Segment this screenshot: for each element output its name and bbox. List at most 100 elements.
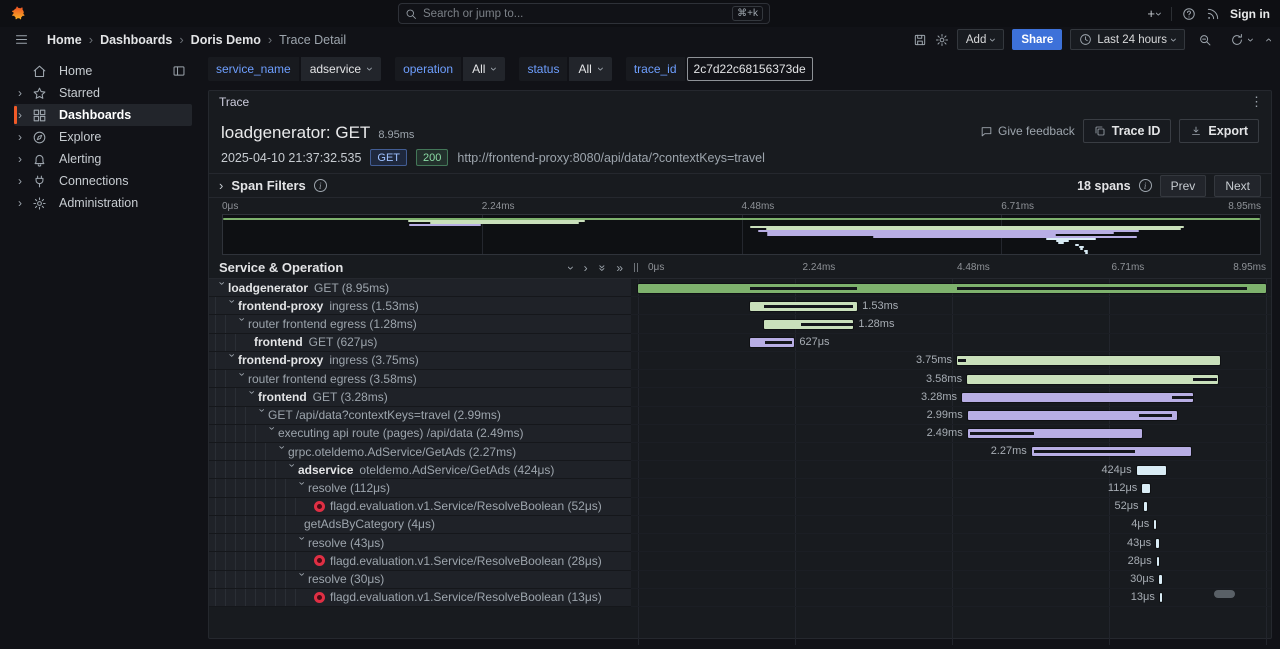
export-button[interactable]: Export xyxy=(1179,119,1259,143)
span-timeline-cell[interactable] xyxy=(631,279,1271,297)
column-resize-handle[interactable] xyxy=(631,263,641,272)
share-button[interactable]: Share xyxy=(1012,29,1062,50)
grafana-logo-icon[interactable] xyxy=(9,5,26,22)
sidebar-item-connections[interactable]: ›Connections xyxy=(14,170,192,192)
trace-id-input[interactable] xyxy=(687,57,813,81)
span-name-cell[interactable]: flagd.evaluation.v1.Service/ResolveBoole… xyxy=(209,589,631,607)
span-collapse-icon[interactable]: › xyxy=(226,299,238,312)
panel-menu-icon[interactable]: ⋮ xyxy=(1250,94,1263,110)
span-timeline-cell[interactable]: 2.99ms xyxy=(631,407,1271,425)
span-name-cell[interactable]: flagd.evaluation.v1.Service/ResolveBoole… xyxy=(209,552,631,570)
time-range-picker[interactable]: Last 24 hours› xyxy=(1070,29,1185,50)
expand-one-icon[interactable]: › xyxy=(584,262,588,274)
span-duration-bar[interactable] xyxy=(1156,539,1159,548)
span-duration-bar[interactable] xyxy=(1160,593,1162,602)
span-name-cell[interactable]: ›resolve (112μs) xyxy=(209,479,631,497)
chevron-right-icon[interactable]: › xyxy=(18,152,32,166)
breadcrumb-item-doris-demo[interactable]: Doris Demo xyxy=(191,33,261,47)
span-name-cell[interactable]: ›GET /api/data?contextKeys=travel (2.99m… xyxy=(209,407,631,425)
add-button[interactable]: Add› xyxy=(957,29,1004,50)
span-duration-bar[interactable] xyxy=(1142,484,1150,493)
span-timeline-cell[interactable]: 627μs xyxy=(631,334,1271,352)
span-collapse-icon[interactable]: › xyxy=(296,536,308,549)
collapse-all-icon[interactable]: » xyxy=(596,264,608,271)
span-duration-bar[interactable] xyxy=(1154,520,1156,529)
span-collapse-icon[interactable]: › xyxy=(256,409,268,422)
span-filters-expand-icon[interactable]: › xyxy=(219,178,223,193)
span-name-cell[interactable]: ›executing api route (pages) /api/data (… xyxy=(209,425,631,443)
expand-all-icon[interactable]: » xyxy=(616,262,623,274)
scrollbar-thumb-horizontal[interactable] xyxy=(1214,590,1235,598)
refresh-button[interactable]: › xyxy=(1225,29,1258,50)
trace-id-button[interactable]: Trace ID xyxy=(1083,119,1172,143)
span-name-cell[interactable]: ›frontend-proxyingress (3.75ms) xyxy=(209,352,631,370)
next-span-button[interactable]: Next xyxy=(1214,175,1261,197)
sidebar-item-home[interactable]: Home xyxy=(14,60,192,82)
give-feedback-link[interactable]: Give feedback xyxy=(980,124,1075,138)
menu-toggle-icon[interactable] xyxy=(14,32,29,47)
dashboard-settings-icon[interactable] xyxy=(935,33,949,47)
breadcrumb-item-home[interactable]: Home xyxy=(47,33,82,47)
span-timeline-cell[interactable]: 13μs xyxy=(631,589,1271,607)
span-timeline-cell[interactable]: 3.75ms xyxy=(631,352,1271,370)
collapse-toolbar-icon[interactable]: › xyxy=(1262,38,1274,42)
span-collapse-icon[interactable]: › xyxy=(266,427,278,440)
span-name-cell[interactable]: ›grpc.oteldemo.AdService/GetAds (2.27ms) xyxy=(209,443,631,461)
span-name-cell[interactable]: frontendGET (627μs) xyxy=(209,334,631,352)
help-icon[interactable] xyxy=(1182,7,1196,21)
chevron-right-icon[interactable]: › xyxy=(18,196,32,210)
chevron-right-icon[interactable]: › xyxy=(18,108,32,122)
span-collapse-icon[interactable]: › xyxy=(216,281,228,294)
trace-minimap[interactable]: 0μs2.24ms4.48ms6.71ms8.95ms xyxy=(222,200,1261,255)
search-input[interactable]: Search or jump to... ⌘+k xyxy=(398,3,770,24)
span-timeline-cell[interactable]: 424μs xyxy=(631,461,1271,479)
span-collapse-icon[interactable]: › xyxy=(296,482,308,495)
filter-value-operation[interactable]: All› xyxy=(463,57,505,81)
collapse-one-icon[interactable]: › xyxy=(565,266,577,270)
span-collapse-icon[interactable]: › xyxy=(226,354,238,367)
sidebar-item-starred[interactable]: ›Starred xyxy=(14,82,192,104)
sidebar-item-dashboards[interactable]: ›Dashboards xyxy=(14,104,192,126)
span-duration-bar[interactable] xyxy=(957,356,1220,365)
breadcrumb-item-dashboards[interactable]: Dashboards xyxy=(100,33,172,47)
minimap-canvas[interactable] xyxy=(222,214,1261,255)
filter-value-service_name[interactable]: adservice› xyxy=(301,57,381,81)
sidebar-item-explore[interactable]: ›Explore xyxy=(14,126,192,148)
span-duration-bar[interactable] xyxy=(967,375,1218,384)
chevron-right-icon[interactable]: › xyxy=(18,130,32,144)
span-name-cell[interactable]: ›resolve (30μs) xyxy=(209,571,631,589)
span-timeline-cell[interactable]: 2.49ms xyxy=(631,425,1271,443)
span-filters-info-icon[interactable]: i xyxy=(314,179,327,192)
span-duration-bar[interactable] xyxy=(1144,502,1148,511)
chevron-right-icon[interactable]: › xyxy=(18,86,32,100)
span-collapse-icon[interactable]: › xyxy=(276,445,288,458)
span-duration-bar[interactable] xyxy=(962,393,1192,402)
save-dashboard-icon[interactable] xyxy=(913,33,927,47)
chevron-right-icon[interactable]: › xyxy=(18,174,32,188)
span-collapse-icon[interactable]: › xyxy=(236,318,248,331)
span-timeline-cell[interactable]: 43μs xyxy=(631,534,1271,552)
span-collapse-icon[interactable]: › xyxy=(286,463,298,476)
span-collapse-icon[interactable]: › xyxy=(296,573,308,586)
span-timeline-cell[interactable]: 112μs xyxy=(631,479,1271,497)
prev-span-button[interactable]: Prev xyxy=(1160,175,1207,197)
filter-value-status[interactable]: All› xyxy=(569,57,611,81)
zoom-out-time-button[interactable] xyxy=(1193,29,1217,50)
new-menu-button[interactable]: +› xyxy=(1147,6,1161,21)
span-name-cell[interactable]: ›router frontend egress (3.58ms) xyxy=(209,370,631,388)
span-name-cell[interactable]: ›resolve (43μs) xyxy=(209,534,631,552)
span-timeline-cell[interactable]: 4μs xyxy=(631,516,1271,534)
span-timeline-cell[interactable]: 3.28ms xyxy=(631,388,1271,406)
span-name-cell[interactable]: ›loadgeneratorGET (8.95ms) xyxy=(209,279,631,297)
span-timeline-cell[interactable]: 1.53ms xyxy=(631,297,1271,315)
span-timeline-cell[interactable]: 30μs xyxy=(631,571,1271,589)
span-duration-bar[interactable] xyxy=(1159,575,1162,584)
sidebar-item-alerting[interactable]: ›Alerting xyxy=(14,148,192,170)
span-duration-bar[interactable] xyxy=(1137,466,1167,475)
news-rss-icon[interactable] xyxy=(1206,7,1220,21)
span-timeline-cell[interactable]: 3.58ms xyxy=(631,370,1271,388)
span-name-cell[interactable]: getAdsByCategory (4μs) xyxy=(209,516,631,534)
span-name-cell[interactable]: ›router frontend egress (1.28ms) xyxy=(209,315,631,333)
span-duration-bar[interactable] xyxy=(1157,557,1159,566)
span-timeline-cell[interactable]: 52μs xyxy=(631,498,1271,516)
